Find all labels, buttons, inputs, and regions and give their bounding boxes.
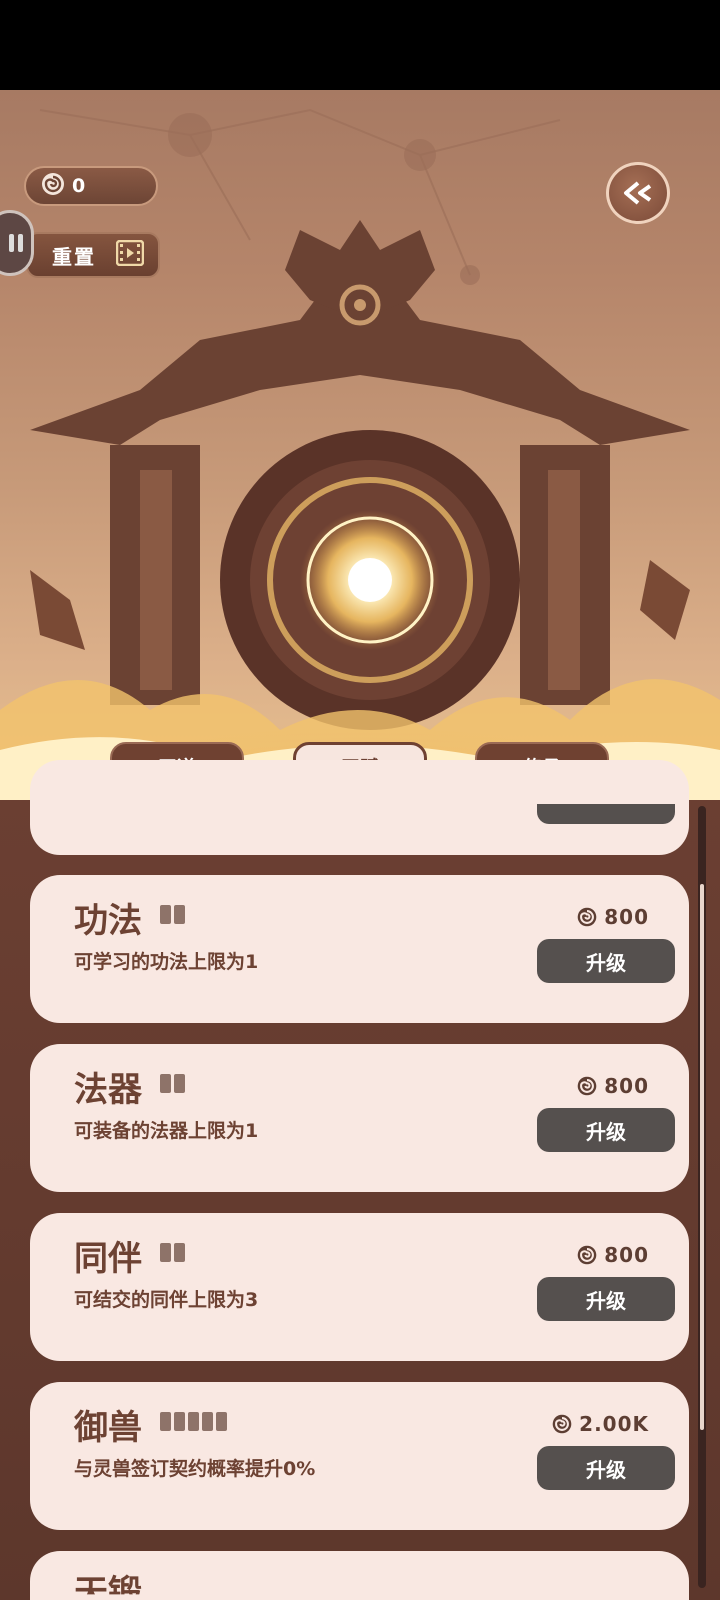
talent-description: 可学习的功法上限为1 xyxy=(74,951,259,973)
upgrade-button-partial[interactable] xyxy=(537,804,675,824)
reset-button[interactable]: 重置 xyxy=(26,232,160,278)
upgrade-button[interactable]: 升级 xyxy=(537,1277,675,1321)
talent-title: 法器 xyxy=(74,1070,142,1110)
swirl-coin-icon xyxy=(40,171,66,201)
talent-title: 功法 xyxy=(74,901,142,941)
reset-label: 重置 xyxy=(52,244,96,269)
level-pips xyxy=(160,1412,230,1431)
talent-card: 功法 可学习的功法上限为1 800 升级 xyxy=(30,875,689,1023)
level-pips xyxy=(160,905,188,924)
scrollbar-thumb[interactable] xyxy=(700,884,704,1430)
cost-value: 800 xyxy=(604,905,649,929)
talent-card: 御兽 与灵兽签订契约概率提升0% 2.00K 升级 xyxy=(30,1382,689,1530)
swirl-coin-icon xyxy=(577,1245,597,1265)
upgrade-button[interactable]: 升级 xyxy=(537,1446,675,1490)
swirl-coin-icon xyxy=(577,1076,597,1096)
upgrade-button[interactable]: 升级 xyxy=(537,939,675,983)
currency-amount: 0 xyxy=(72,175,86,197)
talent-card-partial-top xyxy=(30,760,689,855)
video-ad-icon xyxy=(115,239,145,270)
upgrade-button[interactable]: 升级 xyxy=(537,1108,675,1152)
level-pips xyxy=(160,1243,188,1262)
cost-value: 800 xyxy=(604,1074,649,1098)
cost-value: 2.00K xyxy=(579,1412,649,1436)
talent-title: 御兽 xyxy=(74,1408,142,1448)
talent-title: 同伴 xyxy=(74,1239,142,1279)
cost-value: 800 xyxy=(604,1243,649,1267)
double-chevron-left-icon xyxy=(624,181,652,205)
talent-card-partial-bottom: 天锻 xyxy=(30,1551,689,1600)
upgrade-cost: 800 xyxy=(576,1074,649,1098)
currency-display: 0 xyxy=(24,166,158,206)
back-button[interactable] xyxy=(606,162,670,224)
swirl-coin-icon xyxy=(577,907,597,927)
talent-card: 同伴 可结交的同伴上限为3 800 升级 xyxy=(30,1213,689,1361)
level-pips xyxy=(160,1074,188,1093)
upgrade-cost: 2.00K xyxy=(551,1412,649,1436)
upgrade-cost: 800 xyxy=(576,905,649,929)
swirl-coin-icon xyxy=(552,1414,572,1434)
talent-description: 与灵兽签订契约概率提升0% xyxy=(74,1458,316,1480)
upgrade-cost: 800 xyxy=(576,1243,649,1267)
status-bar xyxy=(0,0,720,90)
talent-description: 可装备的法器上限为1 xyxy=(74,1120,259,1142)
talent-title: 天锻 xyxy=(74,1573,142,1600)
talent-description: 可结交的同伴上限为3 xyxy=(74,1289,259,1311)
talent-card: 法器 可装备的法器上限为1 800 升级 xyxy=(30,1044,689,1192)
floating-menu-handle[interactable] xyxy=(0,210,34,276)
